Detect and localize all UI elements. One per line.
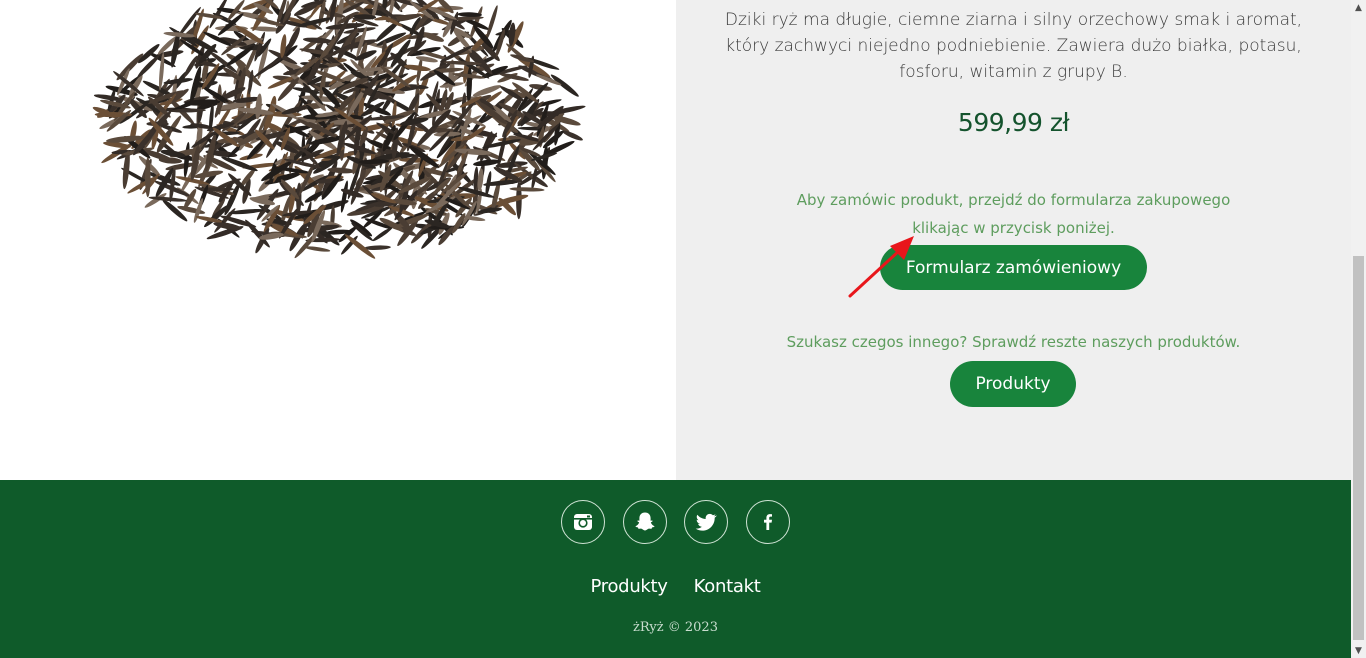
- product-info-column: Dziki ryż ma długie, ciemne ziarna i sil…: [676, 0, 1351, 480]
- rice-grain: [391, 100, 397, 128]
- footer-link-kontakt[interactable]: Kontakt: [694, 576, 761, 597]
- scroll-down-arrow-icon[interactable]: ▼: [1351, 643, 1366, 658]
- instagram-link[interactable]: [561, 500, 605, 544]
- product-price: 599,99 zł: [957, 108, 1070, 137]
- rice-grain: [302, 37, 334, 44]
- rice-grain: [372, 227, 393, 242]
- product-section: Dziki ryż ma długie, ciemne ziarna i sil…: [0, 0, 1351, 480]
- rice-grain: [550, 74, 579, 97]
- twitter-icon: [695, 513, 717, 531]
- vertical-scrollbar[interactable]: ▲ ▼: [1351, 0, 1366, 658]
- footer-link-produkty[interactable]: Produkty: [591, 576, 668, 597]
- instagram-icon: [574, 514, 592, 530]
- page: Dziki ryż ma długie, ciemne ziarna i sil…: [0, 0, 1366, 658]
- rice-grain: [363, 245, 391, 250]
- rice-grain: [304, 246, 331, 252]
- facebook-icon: [764, 514, 772, 530]
- red-arrow-annotation: [848, 236, 914, 298]
- product-image: [92, 0, 586, 259]
- scroll-up-arrow-icon[interactable]: ▲: [1351, 0, 1366, 15]
- product-description: Dziki ryż ma długie, ciemne ziarna i sil…: [724, 10, 1303, 82]
- rice-grain: [138, 43, 160, 64]
- rice-grain: [340, 180, 348, 213]
- rice-grain: [562, 130, 583, 141]
- snapchat-icon: [635, 512, 655, 531]
- snapchat-link[interactable]: [623, 500, 667, 544]
- footer-nav: Produkty Kontakt: [0, 576, 1351, 597]
- rice-grain: [509, 187, 545, 192]
- footer: Produkty Kontakt żRyż © 2023: [0, 480, 1351, 658]
- more-products-hint: Szukasz czegos innego? Sprawdź reszte na…: [786, 333, 1241, 351]
- copyright-text: żRyż © 2023: [633, 620, 718, 635]
- twitter-link[interactable]: [684, 500, 728, 544]
- facebook-link[interactable]: [746, 500, 790, 544]
- order-form-button[interactable]: Formularz zamówieniowy: [880, 245, 1147, 290]
- product-image-column: [0, 0, 676, 480]
- products-button[interactable]: Produkty: [950, 361, 1076, 407]
- scrollbar-thumb[interactable]: [1353, 256, 1364, 640]
